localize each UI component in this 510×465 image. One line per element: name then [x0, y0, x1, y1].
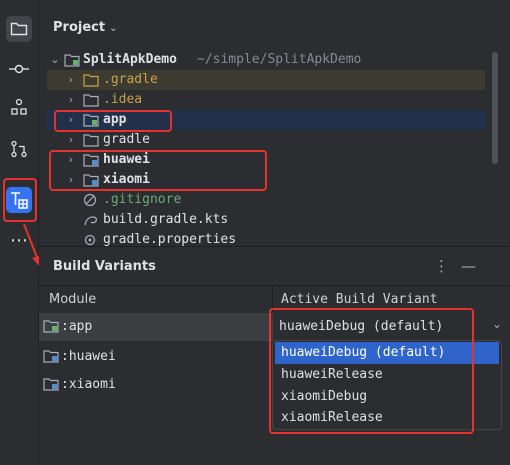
module-name: :app — [61, 319, 93, 334]
folder-icon — [83, 74, 99, 87]
tree-item-gradle-dir[interactable]: › .gradle — [47, 70, 485, 90]
build-variants-icon — [11, 192, 28, 209]
table-header: Module Active Build Variant — [39, 285, 510, 315]
tree-item-label: .idea — [103, 92, 143, 107]
module-folder-icon — [83, 114, 99, 127]
chevron-right-icon: › — [68, 153, 74, 166]
pull-request-icon — [11, 140, 27, 158]
commit-tool-button[interactable] — [6, 56, 32, 82]
tree-item-label: app — [103, 112, 127, 127]
ignore-file-icon — [83, 193, 97, 207]
gear-icon — [84, 234, 96, 246]
chevron-right-icon: › — [68, 173, 74, 186]
tree-item-label: .gradle — [103, 72, 158, 87]
tree-item-gradle[interactable]: › gradle — [39, 130, 479, 150]
pane-title: Build Variants — [53, 259, 156, 274]
module-folder-icon — [43, 378, 59, 391]
tree-item-app[interactable]: › app — [47, 110, 485, 130]
root-name: SplitApkDemo — [83, 52, 177, 67]
chevron-down-icon: ⌄ — [491, 317, 502, 331]
tree-item-gradle-properties[interactable]: gradle.properties — [39, 230, 479, 246]
tree-item-label: build.gradle.kts — [103, 212, 229, 227]
tree-item-label: gradle — [103, 132, 150, 147]
tree-item-label: huawei — [103, 152, 150, 167]
tree-item-huawei[interactable]: › huawei — [39, 150, 479, 170]
folder-icon — [10, 22, 28, 36]
chevron-right-icon: › — [68, 133, 74, 146]
module-folder-icon — [43, 350, 59, 363]
tree-item-build-gradle[interactable]: build.gradle.kts — [39, 210, 479, 230]
folder-icon — [83, 94, 99, 107]
tree-item-label: xiaomi — [103, 172, 150, 187]
structure-icon — [11, 98, 27, 115]
root-path: ~/simple/SplitApkDemo — [197, 52, 362, 67]
tree-item-label: gradle.properties — [103, 232, 237, 246]
gradle-file-icon — [84, 216, 98, 226]
project-tool-button[interactable] — [6, 16, 32, 42]
structure-tool-button[interactable] — [6, 94, 32, 120]
variant-select-value: huaweiDebug (default) — [279, 319, 444, 334]
pull-requests-tool-button[interactable] — [6, 136, 32, 162]
tree-item-label: .gitignore — [103, 192, 182, 207]
chevron-down-icon: ⌄ — [50, 53, 60, 66]
module-folder-icon — [83, 154, 99, 167]
dropdown-option[interactable]: huaweiDebug (default) — [275, 342, 499, 364]
tree-root[interactable]: ⌄ SplitApkDemo ~/simple/SplitApkDemo — [39, 50, 479, 70]
module-name: :huawei — [61, 349, 116, 364]
column-divider — [272, 285, 273, 313]
pane-actions: ⋮— — [434, 257, 488, 275]
module-folder-icon — [83, 174, 99, 187]
module-name: :xiaomi — [61, 377, 116, 392]
dropdown-option[interactable]: xiaomiRelease — [275, 407, 499, 429]
module-folder-icon — [64, 54, 80, 67]
column-header-variant: Active Build Variant — [281, 292, 438, 307]
folder-icon — [83, 134, 99, 147]
chevron-right-icon: › — [68, 93, 74, 106]
project-pane: Project ⌄ ⌄ SplitApkDemo ~/simple/SplitAp… — [39, 0, 510, 246]
tree-item-gitignore[interactable]: .gitignore — [39, 190, 479, 210]
table-row[interactable]: :app huaweiDebug (default) ⌄ — [39, 313, 510, 341]
project-view-selector[interactable]: Project ⌄ — [53, 20, 117, 35]
column-header-module: Module — [49, 292, 97, 307]
tree-item-idea[interactable]: › .idea — [39, 90, 479, 110]
chevron-right-icon: › — [68, 113, 74, 126]
dropdown-option[interactable]: huaweiRelease — [275, 364, 499, 386]
tree-item-xiaomi[interactable]: › xiaomi — [39, 170, 479, 190]
module-folder-icon — [43, 320, 59, 333]
chevron-down-icon: ⌄ — [109, 23, 118, 34]
variant-select[interactable]: huaweiDebug (default) ⌄ — [273, 313, 510, 341]
variant-dropdown-list: huaweiDebug (default) huaweiRelease xiao… — [272, 340, 502, 430]
chevron-right-icon: › — [68, 73, 74, 86]
more-options-icon[interactable]: ⋮ — [434, 257, 461, 275]
dropdown-option[interactable]: xiaomiDebug — [275, 386, 499, 408]
minimize-icon[interactable]: — — [461, 257, 488, 275]
vertical-scrollbar[interactable] — [492, 52, 498, 164]
build-variants-tool-button[interactable] — [6, 187, 32, 213]
commit-icon — [9, 64, 29, 74]
